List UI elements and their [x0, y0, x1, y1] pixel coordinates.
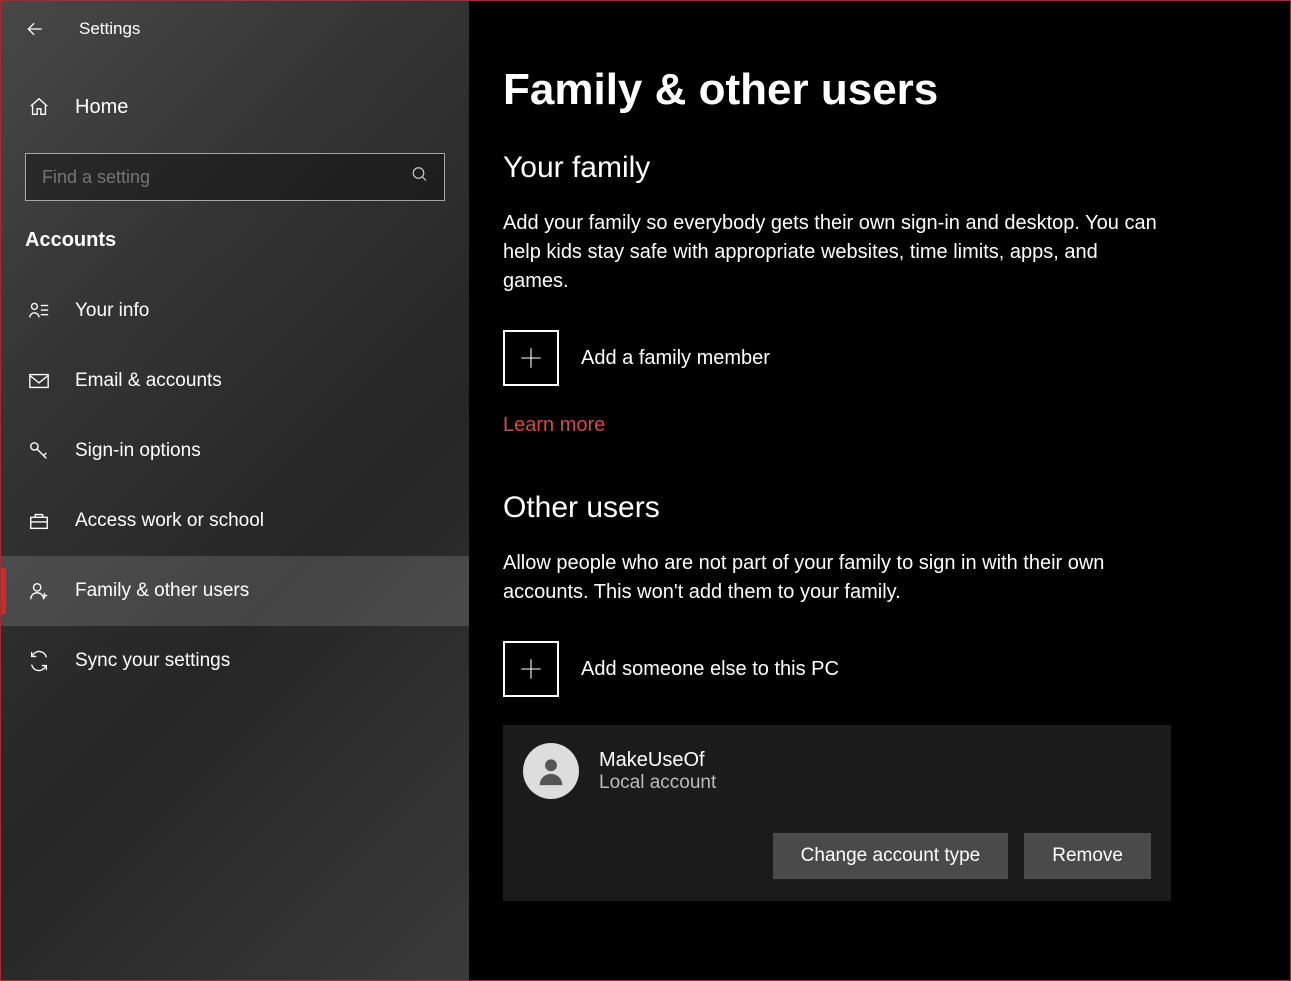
- add-other-user-button[interactable]: Add someone else to this PC: [503, 641, 1250, 697]
- user-name: MakeUseOf: [599, 749, 716, 772]
- sidebar-item-label: Family & other users: [75, 580, 249, 602]
- main-content: Family & other users Your family Add you…: [469, 1, 1290, 980]
- sidebar-item-access-work-school[interactable]: Access work or school: [1, 486, 469, 556]
- remove-user-button[interactable]: Remove: [1024, 833, 1151, 879]
- sidebar-item-label: Access work or school: [75, 510, 264, 532]
- user-details-icon: [27, 299, 51, 323]
- sidebar-item-sync-settings[interactable]: Sync your settings: [1, 626, 469, 696]
- app-title: Settings: [79, 19, 140, 39]
- user-account-type: Local account: [599, 772, 716, 794]
- sidebar-home[interactable]: Home: [1, 77, 469, 137]
- sidebar-item-email-accounts[interactable]: Email & accounts: [1, 346, 469, 416]
- sidebar: Settings Home Accounts Your info Email &…: [1, 1, 469, 980]
- other-users-heading: Other users: [503, 491, 1250, 525]
- briefcase-icon: [27, 509, 51, 533]
- sidebar-item-label: Email & accounts: [75, 370, 222, 392]
- back-button[interactable]: [25, 19, 45, 39]
- category-heading: Accounts: [1, 201, 469, 252]
- sync-icon: [27, 649, 51, 673]
- other-user-card[interactable]: MakeUseOf Local account Change account t…: [503, 725, 1171, 901]
- change-account-type-button[interactable]: Change account type: [773, 833, 1009, 879]
- plus-icon: [503, 330, 559, 386]
- learn-more-link[interactable]: Learn more: [503, 414, 605, 437]
- other-users-description: Allow people who are not part of your fa…: [503, 549, 1163, 607]
- add-user-icon: [27, 579, 51, 603]
- add-family-member-button[interactable]: Add a family member: [503, 330, 1250, 386]
- key-icon: [27, 439, 51, 463]
- your-family-heading: Your family: [503, 151, 1250, 185]
- mail-icon: [27, 369, 51, 393]
- user-card-actions: Change account type Remove: [523, 833, 1151, 879]
- sidebar-item-your-info[interactable]: Your info: [1, 276, 469, 346]
- sidebar-item-label: Sign-in options: [75, 440, 201, 462]
- sidebar-item-family-other-users[interactable]: Family & other users: [1, 556, 469, 626]
- sidebar-nav: Your info Email & accounts Sign-in optio…: [1, 276, 469, 696]
- your-family-description: Add your family so everybody gets their …: [503, 209, 1163, 296]
- avatar: [523, 743, 579, 799]
- titlebar: Settings: [1, 1, 469, 57]
- search-input[interactable]: [25, 153, 445, 201]
- plus-icon: [503, 641, 559, 697]
- sidebar-item-label: Sync your settings: [75, 650, 230, 672]
- home-icon: [27, 95, 51, 119]
- page-title: Family & other users: [503, 65, 1250, 115]
- home-label: Home: [75, 96, 128, 119]
- search-container: [25, 153, 445, 201]
- user-card-header: MakeUseOf Local account: [523, 743, 1151, 799]
- sidebar-item-label: Your info: [75, 300, 149, 322]
- sidebar-item-signin-options[interactable]: Sign-in options: [1, 416, 469, 486]
- add-family-member-label: Add a family member: [581, 347, 770, 370]
- add-other-user-label: Add someone else to this PC: [581, 658, 839, 681]
